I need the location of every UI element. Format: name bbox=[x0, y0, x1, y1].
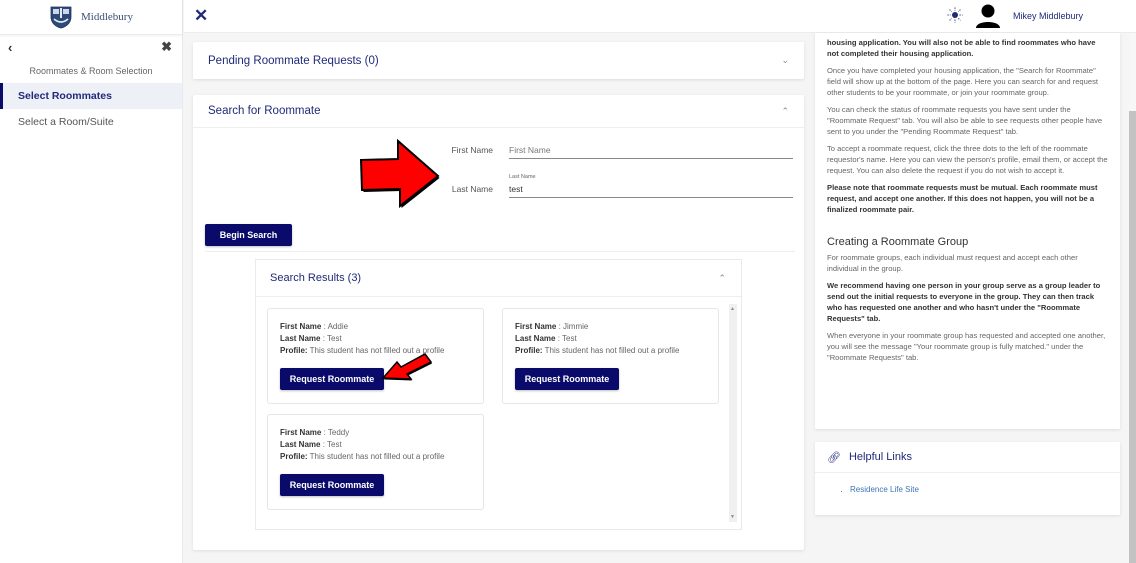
logo-bar: Middlebury bbox=[0, 0, 182, 35]
last-name-row: Last Name Last Name bbox=[438, 174, 793, 198]
info-paragraph: For roommate groups, each individual mus… bbox=[827, 253, 1078, 273]
results-scrollbar[interactable]: ▲ ▼ bbox=[729, 304, 737, 522]
result-card: First Name : Addie Last Name : Test Prof… bbox=[267, 308, 484, 404]
scroll-up-icon[interactable]: ▲ bbox=[730, 306, 735, 312]
sidebar: Middlebury ‹ ✖ Roommates & Room Selectio… bbox=[0, 0, 183, 563]
search-roommate-title: Search for Roommate bbox=[208, 105, 321, 117]
topbar: ✕ Mikey Middlebury bbox=[184, 0, 1136, 33]
request-roommate-button[interactable]: Request Roommate bbox=[515, 368, 619, 390]
scroll-down-icon[interactable]: ▼ bbox=[730, 514, 735, 520]
result-last-name: Last Name : Test bbox=[280, 334, 342, 343]
page-scrollbar-thumb[interactable] bbox=[1129, 111, 1136, 563]
result-card: First Name : Teddy Last Name : Test Prof… bbox=[267, 414, 484, 510]
sidebar-item-select-roommates[interactable]: Select Roommates bbox=[0, 83, 182, 109]
search-roommate-panel: Search for Roommate ⌃ First Name Last Na… bbox=[193, 95, 804, 550]
first-name-row: First Name bbox=[438, 141, 793, 159]
result-first-name: First Name : Teddy bbox=[280, 428, 350, 437]
info-paragraph: Once you have completed your housing app… bbox=[827, 66, 1099, 97]
chevron-up-icon[interactable]: ⌃ bbox=[718, 273, 726, 284]
info-paragraph: We recommend having one person in your g… bbox=[827, 281, 1101, 323]
user-name[interactable]: Mikey Middlebury bbox=[1013, 11, 1083, 21]
instructions-panel: housing application. You will also not b… bbox=[815, 33, 1120, 429]
begin-search-button[interactable]: Begin Search bbox=[205, 224, 292, 246]
request-roommate-button[interactable]: Request Roommate bbox=[280, 368, 384, 390]
pending-requests-title: Pending Roommate Requests (0) bbox=[208, 54, 379, 67]
sidebar-section-title: Roommates & Room Selection bbox=[29, 66, 153, 76]
first-name-label: First Name bbox=[451, 145, 493, 155]
page-scrollbar[interactable] bbox=[1129, 33, 1136, 563]
collapse-sidebar-icon[interactable]: ‹ bbox=[8, 40, 12, 55]
divider bbox=[205, 251, 795, 252]
brand-name: Middlebury bbox=[81, 11, 133, 23]
avatar-icon[interactable] bbox=[975, 3, 1001, 29]
last-name-label: Last Name bbox=[451, 184, 493, 194]
info-paragraph: You can check the status of roommate req… bbox=[827, 105, 1103, 136]
result-profile: Profile: This student has not filled out… bbox=[515, 346, 680, 355]
chevron-up-icon[interactable]: ⌃ bbox=[781, 106, 789, 117]
info-paragraph: To accept a roommate request, click the … bbox=[827, 144, 1108, 175]
pending-requests-panel[interactable]: Pending Roommate Requests (0) ⌄ bbox=[193, 42, 804, 79]
result-profile: Profile: This student has not filled out… bbox=[280, 346, 445, 355]
result-first-name: First Name : Addie bbox=[280, 322, 349, 331]
result-profile: Profile: This student has not filled out… bbox=[280, 452, 445, 461]
roommate-group-heading: Creating a Roommate Group bbox=[827, 236, 969, 248]
chevron-down-icon[interactable]: ⌄ bbox=[781, 55, 789, 66]
close-icon[interactable]: ✕ bbox=[194, 6, 208, 26]
request-roommate-button[interactable]: Request Roommate bbox=[280, 474, 384, 496]
annotation-arrow-icon bbox=[359, 138, 440, 208]
search-results-title: Search Results (3) bbox=[270, 272, 362, 284]
close-sidebar-icon[interactable]: ✖ bbox=[161, 39, 172, 55]
link-icon: 🔗︎ bbox=[827, 451, 841, 464]
theme-toggle-icon[interactable] bbox=[947, 7, 963, 23]
helpful-links-panel: 🔗︎ Helpful Links Residence Life Site bbox=[815, 442, 1120, 515]
info-paragraph: Please note that roommate requests must … bbox=[827, 183, 1098, 214]
result-last-name: Last Name : Test bbox=[515, 334, 577, 343]
annotation-arrow-icon bbox=[381, 353, 433, 381]
residence-life-link[interactable]: Residence Life Site bbox=[850, 485, 919, 494]
result-card: First Name : Jimmie Last Name : Test Pro… bbox=[502, 308, 719, 404]
main-content: Pending Roommate Requests (0) ⌄ Search f… bbox=[184, 33, 814, 563]
last-name-float-label: Last Name bbox=[509, 174, 536, 180]
helpful-links-title: Helpful Links bbox=[848, 451, 912, 463]
result-first-name: First Name : Jimmie bbox=[515, 322, 589, 331]
search-results-panel: Search Results (3) ⌃ First Name : Addie … bbox=[255, 259, 742, 530]
last-name-input[interactable] bbox=[509, 184, 793, 194]
info-paragraph: housing application. You will also not b… bbox=[827, 38, 1096, 58]
middlebury-shield-icon bbox=[50, 6, 72, 29]
first-name-input[interactable] bbox=[509, 145, 793, 155]
result-last-name: Last Name : Test bbox=[280, 440, 342, 449]
sidebar-item-select-room[interactable]: Select a Room/Suite bbox=[0, 109, 182, 135]
info-paragraph: When everyone in your roommate group has… bbox=[827, 331, 1106, 362]
sidebar-controls: ‹ ✖ bbox=[0, 35, 182, 59]
